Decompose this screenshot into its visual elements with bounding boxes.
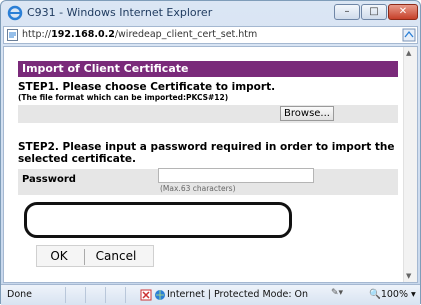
password-hint: (Max.63 characters): [160, 184, 236, 193]
cancel-button[interactable]: Cancel: [86, 249, 146, 265]
title-bar: C931 - Windows Internet Explorer – □ ✕: [1, 1, 420, 25]
password-input[interactable]: [158, 168, 314, 183]
certificate-panel: Import of Client Certificate STEP1. Plea…: [18, 61, 398, 195]
page-icon: [7, 29, 18, 41]
password-row: Password (Max.63 characters): [18, 168, 398, 195]
browse-button[interactable]: Browse...: [280, 106, 334, 121]
step1-title: STEP1. Please choose Certificate to impo…: [18, 81, 276, 93]
status-divider: [105, 287, 106, 303]
scroll-up-icon[interactable]: ▲: [406, 49, 411, 57]
address-bar[interactable]: http://192.168.0.2/wiredeap_client_cert_…: [3, 26, 418, 44]
window-title: C931 - Windows Internet Explorer: [27, 6, 213, 19]
file-chooser-row: Browse...: [18, 105, 398, 123]
status-text: Done: [7, 289, 32, 300]
section-header: Import of Client Certificate: [18, 61, 398, 77]
zone-text: Internet | Protected Mode: On: [167, 289, 309, 300]
status-divider: [125, 287, 126, 303]
zoom-control[interactable]: 🔍100% ▾: [369, 289, 416, 300]
url-text[interactable]: http://192.168.0.2/wiredeap_client_cert_…: [22, 29, 257, 40]
compatibility-view-icon[interactable]: [402, 28, 416, 42]
browser-window: C931 - Windows Internet Explorer – □ ✕ h…: [0, 0, 421, 305]
scroll-down-icon[interactable]: ▼: [406, 272, 411, 280]
status-bar: Done Internet | Protected Mode: On ✎▾ 🔍1…: [1, 284, 420, 305]
vertical-scrollbar[interactable]: ▲ ▼: [403, 47, 417, 282]
internet-explorer-icon: [7, 5, 23, 21]
close-button[interactable]: ✕: [388, 4, 418, 20]
protected-mode-icon[interactable]: ✎▾: [331, 288, 343, 298]
page-content: Import of Client Certificate STEP1. Plea…: [3, 46, 418, 283]
maximize-button[interactable]: □: [361, 4, 387, 20]
password-label: Password: [22, 174, 76, 185]
status-divider: [65, 287, 66, 303]
status-divider: [85, 287, 86, 303]
step1-note: (The file format which can be imported:P…: [18, 93, 229, 102]
highlight-outline: [24, 202, 292, 238]
ok-button[interactable]: OK: [34, 249, 85, 265]
security-zone-icon: [140, 289, 165, 301]
minimize-button[interactable]: –: [334, 4, 360, 20]
step2-title: STEP2. Please input a password required …: [18, 141, 395, 165]
